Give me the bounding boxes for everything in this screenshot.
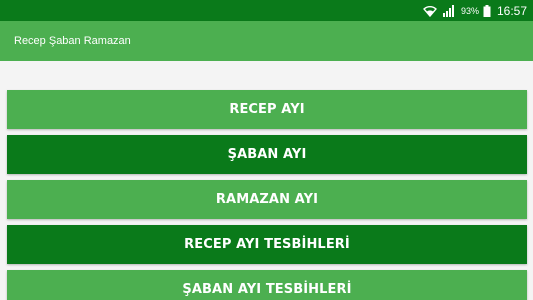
clock: 16:57 (496, 3, 527, 18)
battery-percent: 93% (460, 5, 479, 16)
menu-button-recep-ayi-tesbihleri[interactable]: RECEP AYI TESBİHLERİ (7, 225, 527, 264)
menu-list: RECEP AYI ŞABAN AYI RAMAZAN AYI RECEP AY… (0, 61, 533, 300)
menu-button-ramazan-ayi[interactable]: RAMAZAN AYI (7, 180, 527, 219)
wifi-icon (422, 5, 437, 17)
menu-button-saban-ayi-tesbihleri[interactable]: ŞABAN AYI TESBİHLERİ (7, 270, 527, 300)
menu-button-saban-ayi[interactable]: ŞABAN AYI (7, 135, 527, 174)
menu-button-recep-ayi[interactable]: RECEP AYI (7, 90, 527, 129)
status-bar: 93% 16:57 (0, 0, 533, 21)
app-bar: Recep Şaban Ramazan (0, 21, 533, 61)
battery-icon (483, 4, 491, 17)
app-title: Recep Şaban Ramazan (14, 35, 131, 47)
signal-icon (442, 4, 455, 17)
